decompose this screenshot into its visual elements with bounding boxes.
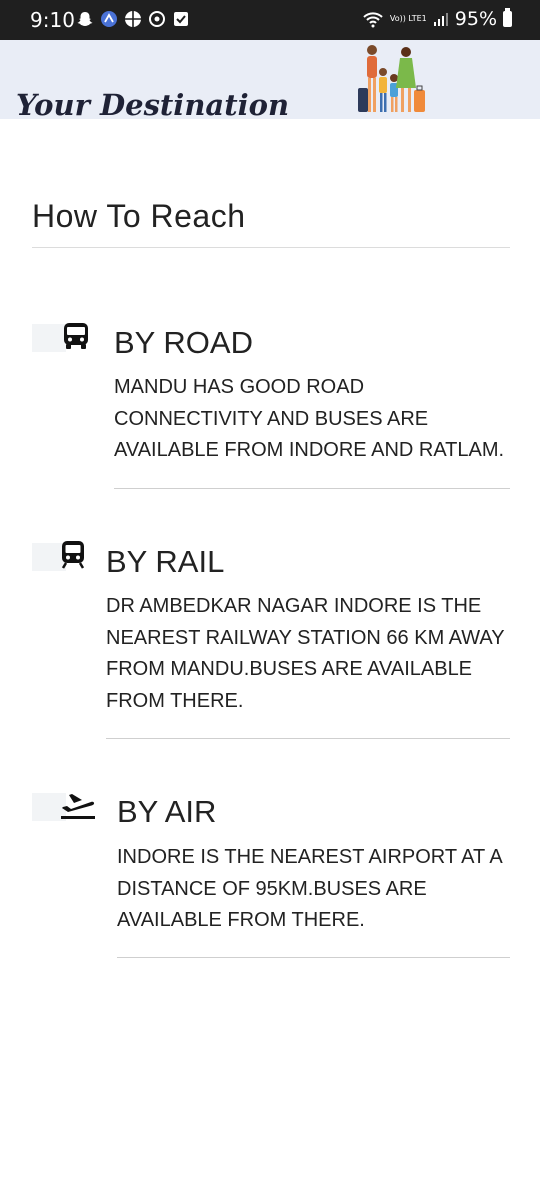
app-logo-icon xyxy=(101,11,117,27)
mode-heading-road: BY ROAD xyxy=(114,325,253,360)
mode-divider xyxy=(114,488,510,489)
signal-icon xyxy=(433,13,448,26)
snapchat-icon xyxy=(77,12,93,26)
mode-text-rail: DR AMBEDKAR NAGAR INDORE IS THE NEAREST … xyxy=(106,595,505,712)
flight-takeoff-icon xyxy=(61,794,95,819)
status-time: 9:10 xyxy=(30,8,75,32)
mode-divider xyxy=(106,738,510,739)
wifi-icon xyxy=(363,12,383,28)
train-icon xyxy=(61,541,85,569)
status-bar: 9:10 Vo)) LTE1 95% xyxy=(0,0,540,40)
globe-icon xyxy=(125,11,141,27)
mode-text-road: MANDU HAS GOOD ROAD CONNECTIVITY AND BUS… xyxy=(114,376,505,461)
mode-text-air: INDORE IS THE NEAREST AIRPORT AT A DISTA… xyxy=(117,846,502,931)
bus-icon xyxy=(64,323,88,349)
mode-divider xyxy=(117,957,510,958)
family-travel-illustration xyxy=(358,45,425,112)
status-right: Vo)) LTE1 95% xyxy=(362,8,512,30)
battery-icon xyxy=(503,8,512,27)
mode-heading-air: BY AIR xyxy=(117,794,217,829)
network-type-label: Vo)) LTE1 xyxy=(389,14,427,23)
notification-icons xyxy=(76,10,190,28)
battery-percent: 95% xyxy=(454,8,497,30)
section-title: How To Reach xyxy=(32,198,246,234)
sync-icon xyxy=(149,11,165,27)
checkbox-icon xyxy=(174,12,188,26)
app-header: Your Destination xyxy=(0,40,540,122)
title-divider xyxy=(32,247,510,248)
mode-heading-rail: BY RAIL xyxy=(106,544,225,579)
page-title: Your Destination xyxy=(16,88,290,122)
